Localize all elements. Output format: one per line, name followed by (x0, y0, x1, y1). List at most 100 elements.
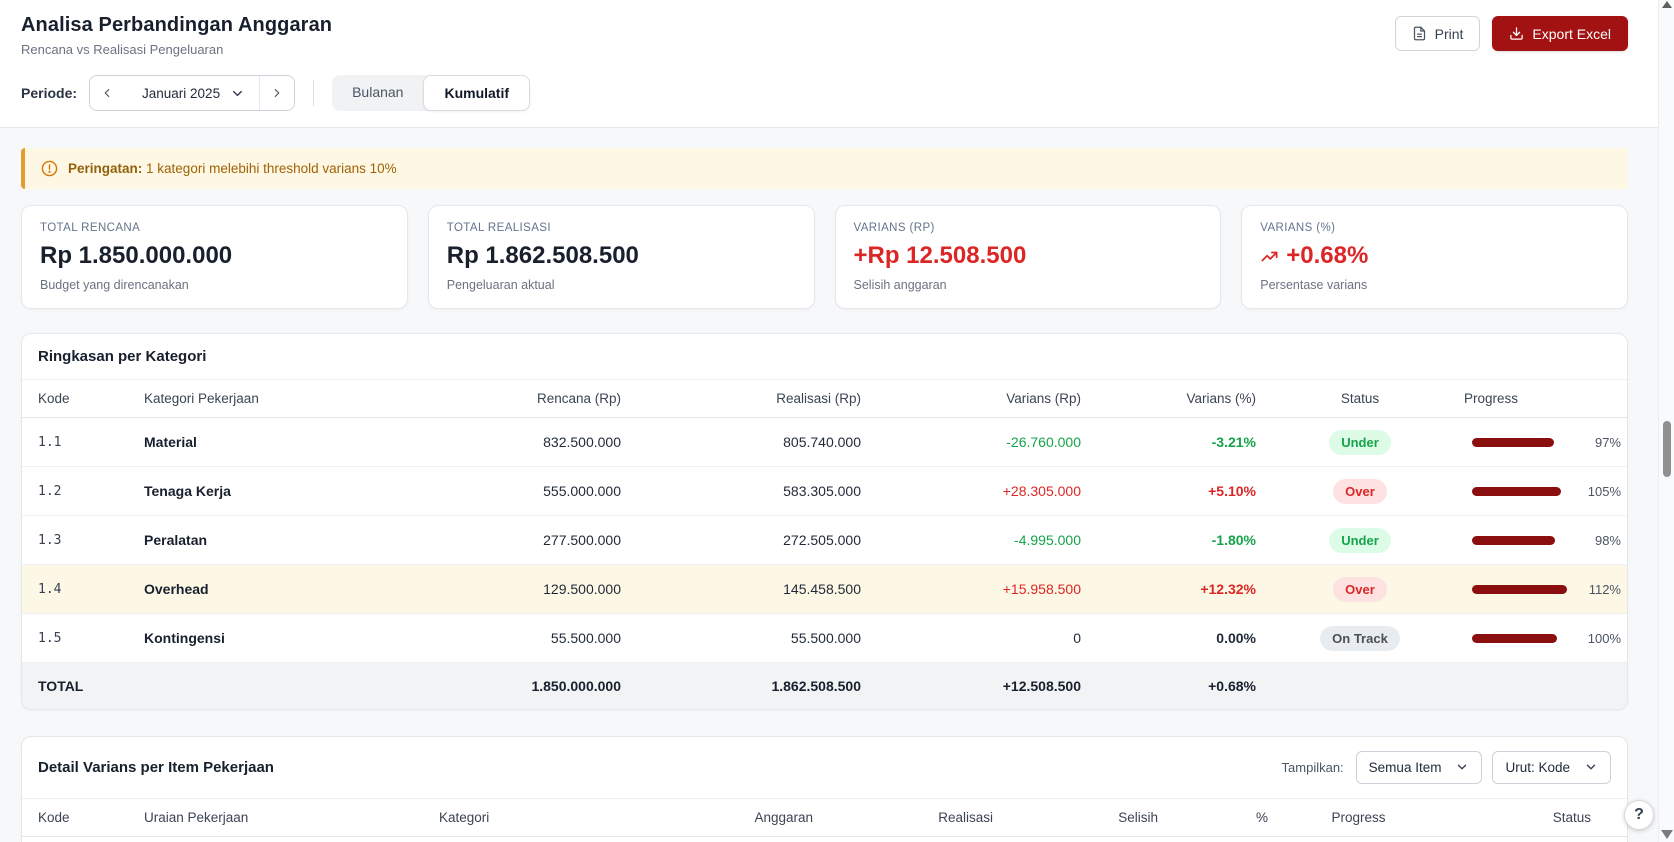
export-excel-button[interactable]: Export Excel (1492, 16, 1628, 51)
card-varians-rp: VARIANS (RP) +Rp 12.508.500 Selisih angg… (834, 205, 1222, 309)
table-row: 1.2 Tenaga Kerja 555.000.000 583.305.000… (22, 466, 1627, 516)
card-caption: Pengeluaran aktual (446, 278, 555, 292)
help-button[interactable]: ? (1624, 800, 1654, 830)
total-varians-rp: +12.508.500 (869, 662, 1089, 709)
cell-varians-rp: +28.305.000 (869, 466, 1089, 516)
col-kode: Kode (22, 798, 136, 837)
mode-tabs: Bulanan Kumulatif (332, 75, 531, 111)
col-status: Status (1441, 798, 1627, 837)
page-subtitle: Rencana vs Realisasi Pengeluaran (21, 42, 224, 57)
col-progress: Progress (1276, 798, 1441, 837)
table-total-row: TOTAL 1.850.000.000 1.862.508.500 +12.50… (22, 662, 1627, 709)
warning-text: Peringatan: 1 kategori melebihi threshol… (68, 161, 397, 176)
card-label: VARIANS (RP) (853, 222, 935, 234)
periode-prev-button[interactable] (90, 76, 125, 110)
scrollbar-down-arrow[interactable] (1661, 830, 1673, 839)
cell-rencana: 55.500.000 (381, 613, 629, 663)
cell-kode: 1.4 (22, 564, 136, 614)
periode-next-button[interactable] (260, 76, 295, 110)
cell-varians-rp: -26.760.000 (869, 417, 1089, 467)
cell-realisasi: 805.740.000 (629, 417, 869, 467)
cell-realisasi: 55.500.000 (629, 613, 869, 663)
divider (313, 80, 315, 106)
cell-kategori: Tenaga Kerja (136, 466, 381, 516)
sort-select[interactable]: Urut: Kode (1492, 750, 1611, 784)
cell-varians-pct: 0.00% (1089, 613, 1264, 663)
status-badge: Under (1329, 429, 1391, 455)
progress-fill (1472, 486, 1562, 496)
cell-rencana: 129.500.000 (381, 564, 629, 614)
col-progress: Progress (1456, 380, 1627, 418)
progress-percent: 112% (1588, 581, 1621, 597)
periode-selector: Januari 2025 (89, 75, 296, 111)
card-caption: Selisih anggaran (853, 278, 947, 292)
print-label: Print (1434, 25, 1464, 42)
category-table: Kode Kategori Pekerjaan Rencana (Rp) Rea… (22, 380, 1627, 709)
cell-status: Over (1264, 564, 1456, 614)
scrollbar-thumb[interactable] (1663, 421, 1671, 477)
cell-kode: 1.1 (22, 417, 136, 467)
card-label: TOTAL RENCANA (40, 222, 141, 234)
warning-bold: Peringatan: (68, 161, 143, 176)
trending-up-icon (1260, 247, 1279, 266)
card-varians-pct: VARIANS (%) +0.68% Persentase varians (1241, 205, 1628, 309)
card-label: VARIANS (%) (1260, 222, 1336, 234)
warning-banner: Peringatan: 1 kategori melebihi threshol… (21, 148, 1628, 189)
periode-dropdown[interactable]: Januari 2025 (124, 86, 259, 101)
progress-fill (1472, 584, 1568, 594)
table-row (22, 836, 1627, 842)
col-rencana: Rencana (Rp) (381, 380, 629, 418)
cell-varians-pct: +12.32% (1089, 564, 1264, 614)
progress-track (1472, 633, 1567, 643)
cell-status: On Track (1264, 613, 1456, 663)
cell-status: Over (1264, 466, 1456, 516)
category-summary-panel: Ringkasan per Kategori Kode Kategori Pek… (21, 333, 1628, 710)
card-value: +Rp 12.508.500 (853, 242, 1027, 269)
card-caption: Budget yang direncanakan (40, 278, 189, 292)
detail-table: Kode Uraian Pekerjaan Kategori Anggaran … (22, 798, 1627, 842)
status-badge: Under (1329, 527, 1391, 553)
detail-controls: Tampilkan: Semua Item Urut: Kode (1282, 750, 1611, 784)
cell-kategori: Overhead (136, 564, 381, 614)
periode-label: Periode: (21, 85, 78, 101)
print-icon (1412, 26, 1427, 41)
cell-varians-rp: 0 (869, 613, 1089, 663)
card-label: TOTAL REALISASI (446, 222, 551, 234)
col-selisih: Selisih (1001, 798, 1166, 837)
progress-fill (1472, 437, 1555, 447)
card-total-rencana: TOTAL RENCANA Rp 1.850.000.000 Budget ya… (21, 205, 408, 309)
col-realisasi: Realisasi (821, 798, 1001, 837)
filter-select[interactable]: Semua Item (1355, 750, 1483, 784)
cell-kode: 1.3 (22, 515, 136, 565)
print-button[interactable]: Print (1394, 16, 1481, 51)
col-kategori: Kategori (431, 798, 641, 837)
header-actions: Print Export Excel (1394, 16, 1628, 51)
tab-bulanan[interactable]: Bulanan (332, 75, 423, 111)
cell-rencana: 555.000.000 (381, 466, 629, 516)
progress-fill (1472, 633, 1558, 643)
table-header-row: Kode Kategori Pekerjaan Rencana (Rp) Rea… (22, 380, 1627, 418)
col-realisasi: Realisasi (Rp) (629, 380, 869, 418)
card-value: Rp 1.850.000.000 (40, 242, 233, 269)
status-badge: Over (1333, 576, 1387, 602)
vertical-scrollbar[interactable] (1658, 0, 1674, 842)
filter-value: Semua Item (1368, 759, 1442, 775)
col-uraian: Uraian Pekerjaan (136, 798, 431, 837)
cell-realisasi: 272.505.000 (629, 515, 869, 565)
cell-status: Under (1264, 417, 1456, 467)
status-badge: Over (1333, 478, 1387, 504)
progress-track (1472, 437, 1567, 447)
title-block: Analisa Perbandingan Anggaran Rencana vs… (21, 14, 332, 57)
page-header: Analisa Perbandingan Anggaran Rencana vs… (0, 0, 1674, 128)
export-label: Export Excel (1532, 25, 1611, 42)
card-caption: Persentase varians (1260, 278, 1368, 292)
total-label: TOTAL (22, 662, 136, 709)
download-icon (1509, 26, 1524, 41)
scrollbar-up-arrow[interactable] (1662, 1, 1672, 8)
tab-kumulatif[interactable]: Kumulatif (423, 75, 531, 111)
panel-head: Detail Varians per Item Pekerjaan Tampil… (22, 737, 1627, 799)
col-pct: % (1166, 798, 1276, 837)
col-kategori: Kategori Pekerjaan (136, 380, 381, 418)
panel-head: Ringkasan per Kategori (22, 334, 1627, 380)
card-value: +0.68% (1260, 242, 1609, 270)
